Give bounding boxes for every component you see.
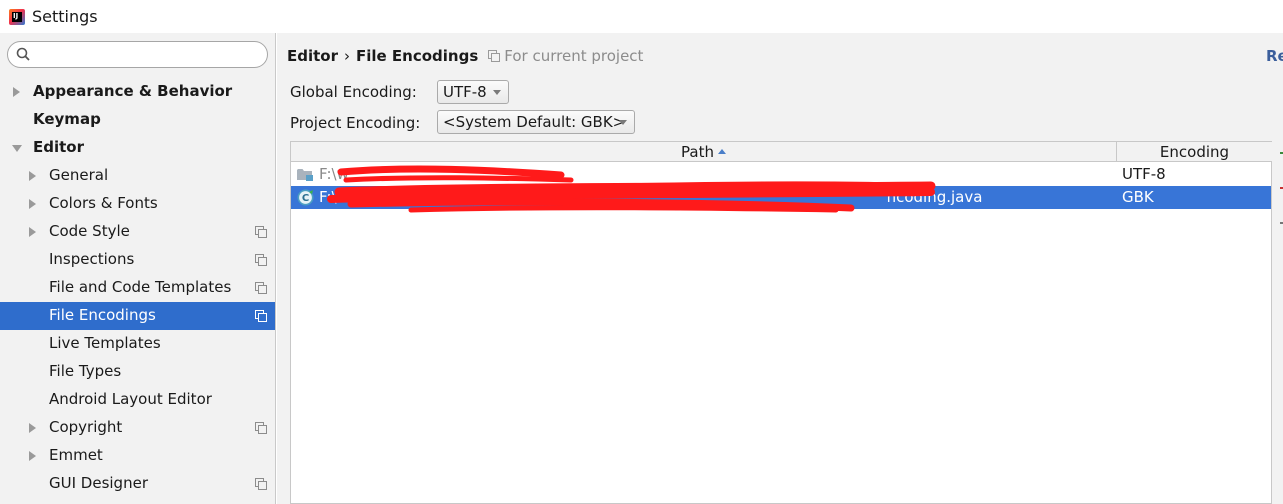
project-scope-icon	[488, 50, 501, 62]
table-row[interactable]: F:\w UTF-8	[291, 163, 1271, 186]
global-encoding-value: UTF-8	[443, 83, 487, 101]
project-scope-icon	[255, 254, 267, 266]
column-header-encoding-label: Encoding	[1159, 142, 1230, 161]
java-class-icon: C	[297, 189, 314, 206]
sidebar-item-copyright[interactable]: Copyright	[0, 414, 275, 442]
reset-link[interactable]: Re	[1266, 47, 1283, 65]
row-encoding[interactable]: GBK	[1122, 188, 1154, 206]
chevron-down-icon[interactable]	[12, 145, 22, 152]
sidebar-item-label: Emmet	[49, 446, 103, 464]
svg-text:C: C	[302, 193, 309, 204]
project-scope-icon	[255, 422, 267, 434]
column-header-encoding[interactable]: Encoding	[1117, 142, 1272, 162]
sidebar-item-file-encodings[interactable]: File Encodings	[0, 302, 275, 330]
chevron-right-icon[interactable]	[29, 171, 36, 181]
intellij-logo-icon: IJ	[9, 8, 25, 25]
file-encodings-table: Path Encoding F:\w UTF-8 C F:\ ncoding.ja…	[290, 141, 1272, 504]
project-encoding-label: Project Encoding:	[290, 114, 421, 132]
row-path: F:\w	[319, 165, 349, 183]
search-box[interactable]	[7, 41, 268, 68]
chevron-right-icon[interactable]	[13, 87, 20, 97]
row-path: F:\ ncoding.java	[319, 188, 982, 206]
sidebar-item-label: Android Layout Editor	[49, 390, 212, 408]
table-row[interactable]: C F:\ ncoding.java GBK	[291, 186, 1271, 209]
title-bar: IJ Settings	[0, 0, 1283, 33]
chevron-right-icon[interactable]	[29, 227, 36, 237]
sidebar-item-android-layout-editor[interactable]: Android Layout Editor	[0, 386, 275, 414]
window-title: Settings	[32, 7, 98, 26]
sidebar-item-label: Editor	[33, 138, 84, 156]
sidebar-item-colors-and-fonts[interactable]: Colors & Fonts	[0, 190, 275, 218]
project-encoding-dropdown[interactable]: <System Default: GBK>	[437, 110, 635, 134]
sidebar-item-label: Appearance & Behavior	[33, 82, 233, 100]
sidebar-item-appearance-and-behavior[interactable]: Appearance & Behavior	[0, 78, 275, 106]
sidebar-item-label: Inspections	[49, 250, 135, 268]
project-scope-icon	[255, 478, 267, 490]
breadcrumb-separator: ›	[344, 47, 350, 65]
table-toolbar-strip	[1280, 152, 1283, 224]
main-panel: Editor › File Encodings For current proj…	[277, 33, 1283, 504]
breadcrumb-file-encodings: File Encodings	[356, 47, 479, 65]
sidebar-item-editor[interactable]: Editor	[0, 134, 275, 162]
scope-label: For current project	[504, 47, 644, 65]
chevron-down-icon	[493, 90, 501, 95]
sidebar-item-label: GUI Designer	[49, 474, 148, 492]
row-path-suffix: ncoding.java	[886, 188, 983, 206]
sidebar-item-label: Live Templates	[49, 334, 161, 352]
column-header-path[interactable]: Path	[291, 142, 1117, 162]
sidebar-item-file-types[interactable]: File Types	[0, 358, 275, 386]
breadcrumb-editor[interactable]: Editor	[287, 47, 338, 65]
breadcrumb: Editor › File Encodings For current proj…	[287, 47, 643, 65]
sidebar-item-label: Code Style	[49, 222, 130, 240]
project-encoding-value: <System Default: GBK>	[443, 113, 626, 131]
row-encoding[interactable]: UTF-8	[1122, 165, 1166, 183]
chevron-right-icon[interactable]	[29, 451, 36, 461]
sidebar-item-code-style[interactable]: Code Style	[0, 218, 275, 246]
chevron-right-icon[interactable]	[29, 423, 36, 433]
sidebar-item-label: Colors & Fonts	[49, 194, 158, 212]
search-icon	[16, 47, 30, 61]
sidebar-item-emmet[interactable]: Emmet	[0, 442, 275, 470]
global-encoding-label: Global Encoding:	[290, 83, 417, 101]
sidebar-item-file-and-code-templates[interactable]: File and Code Templates	[0, 274, 275, 302]
sidebar-item-live-templates[interactable]: Live Templates	[0, 330, 275, 358]
sidebar-item-label: File Encodings	[49, 306, 156, 324]
sidebar-item-label: File Types	[49, 362, 122, 380]
sort-ascending-icon	[717, 149, 726, 154]
sidebar-item-inspections[interactable]: Inspections	[0, 246, 275, 274]
chevron-right-icon[interactable]	[29, 199, 36, 209]
column-header-path-label: Path	[681, 142, 714, 161]
sidebar-item-general[interactable]: General	[0, 162, 275, 190]
search-input[interactable]	[36, 45, 261, 64]
global-encoding-dropdown[interactable]: UTF-8	[437, 80, 509, 104]
settings-sidebar: Appearance & Behavior Keymap Editor General…	[0, 33, 276, 504]
project-scope-icon	[255, 226, 267, 238]
sidebar-item-label: Keymap	[33, 110, 101, 128]
project-scope-icon	[255, 310, 267, 322]
sidebar-item-label: General	[49, 166, 109, 184]
project-scope-icon	[255, 282, 267, 294]
sidebar-item-label: Copyright	[49, 418, 123, 436]
folder-icon	[297, 169, 313, 181]
sidebar-item-label: File and Code Templates	[49, 278, 232, 296]
chevron-down-icon	[619, 120, 627, 125]
sidebar-item-keymap[interactable]: Keymap	[0, 106, 275, 134]
row-path-prefix: F:\	[319, 188, 337, 206]
sidebar-item-gui-designer[interactable]: GUI Designer	[0, 470, 275, 498]
